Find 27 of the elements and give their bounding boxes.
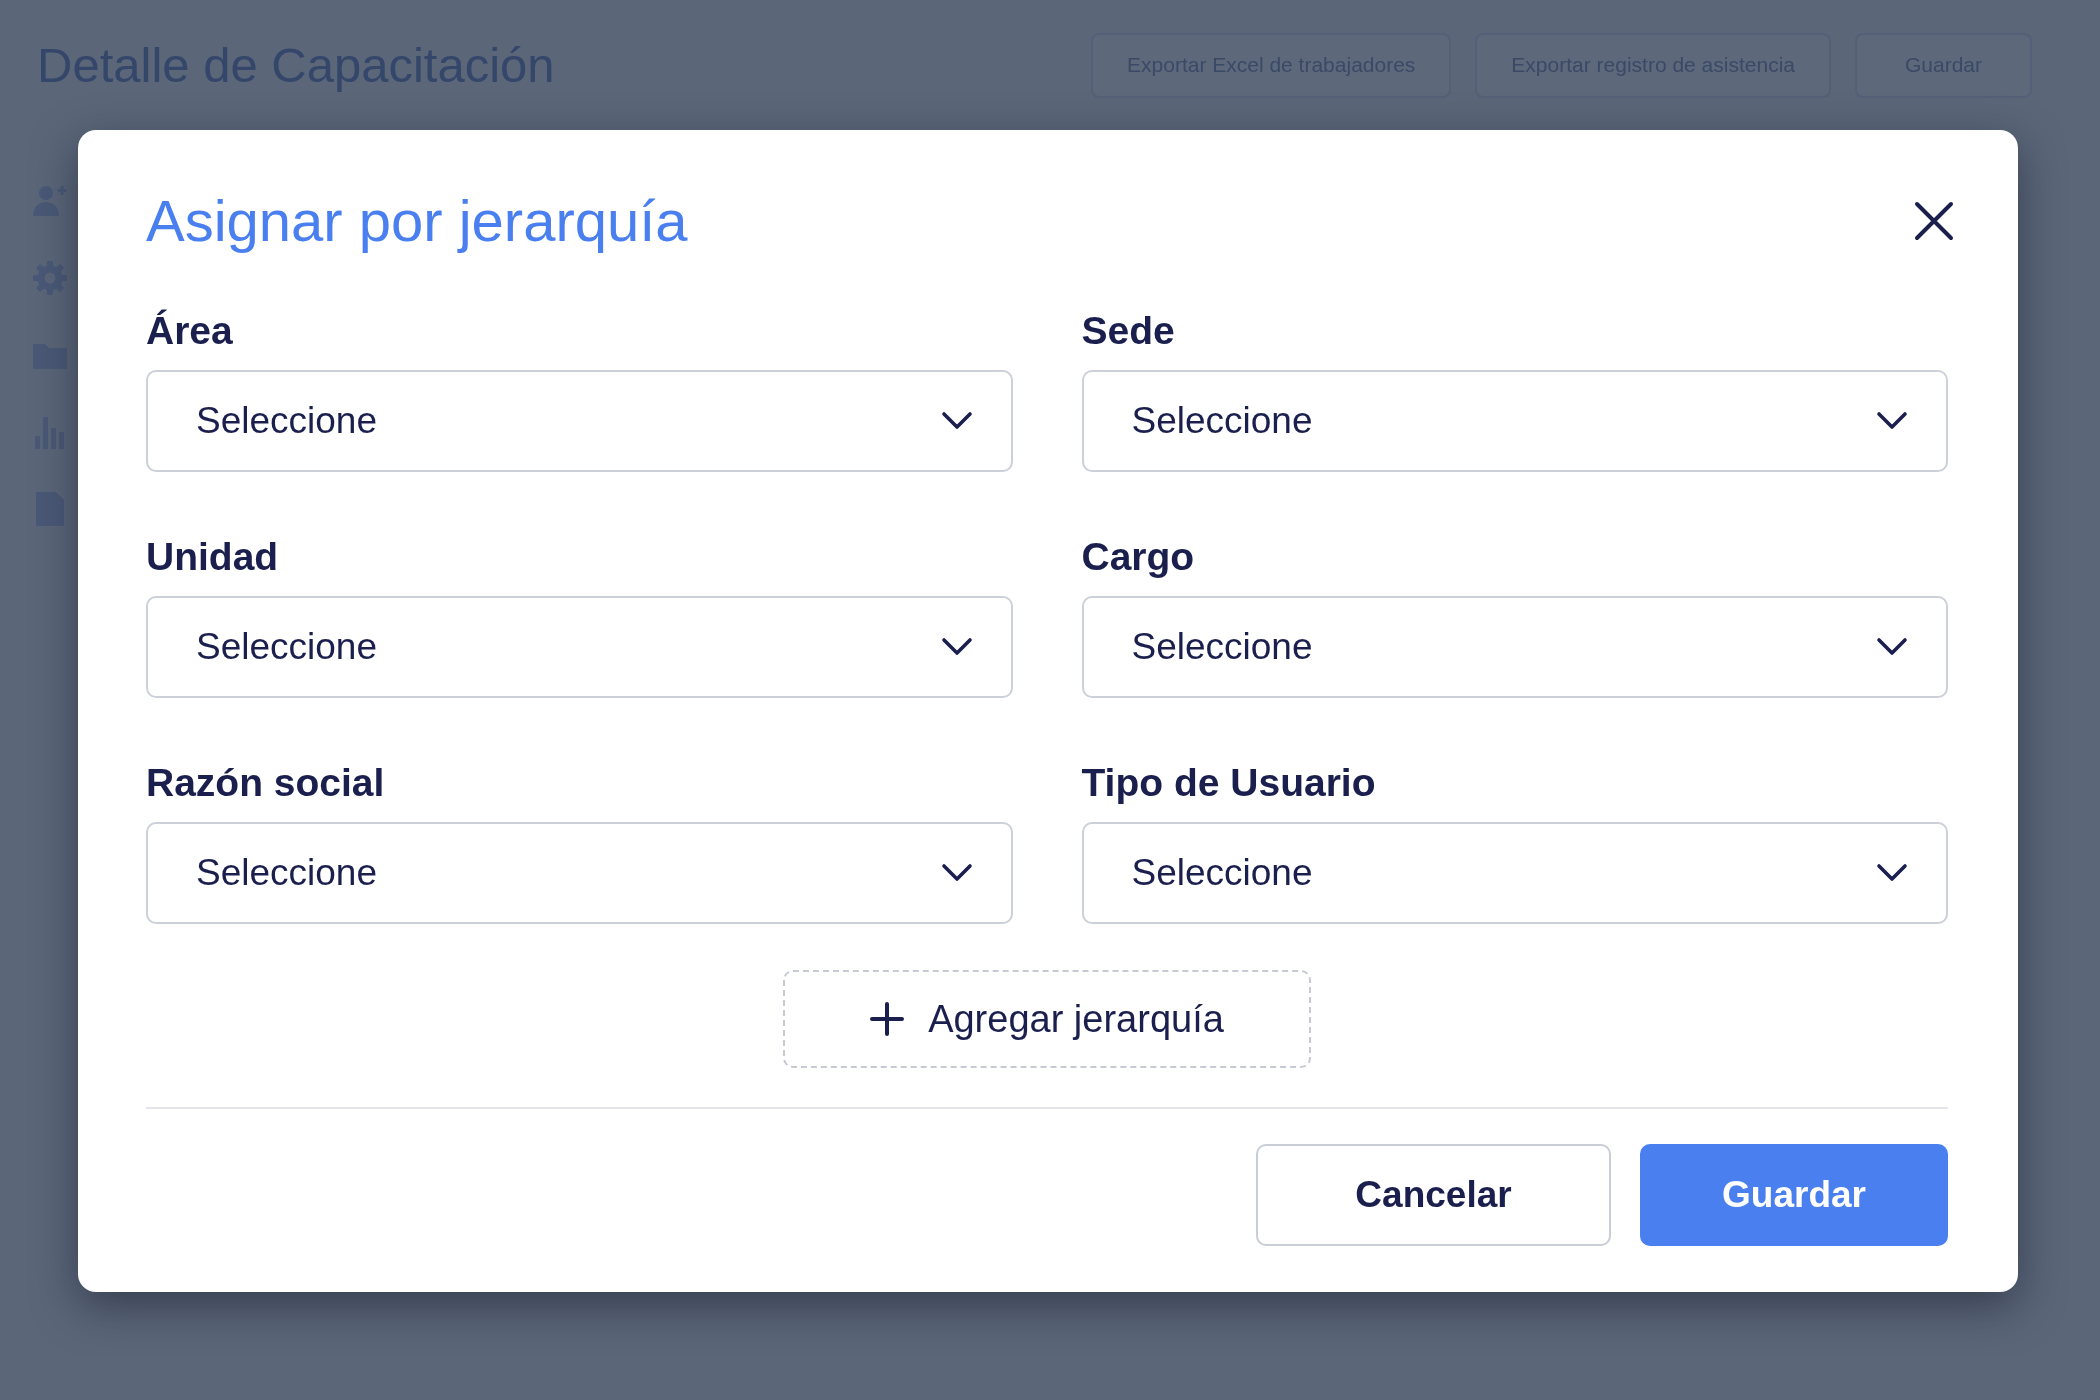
chevron-down-icon [940,637,973,657]
close-button[interactable] [1914,201,1954,241]
dropdown-select[interactable]: Seleccione [146,370,1013,472]
field-label: Unidad [146,534,280,580]
chevron-down-icon [1876,863,1908,883]
save-button[interactable]: Guardar [1640,1144,1948,1246]
dialog-title: Asignar por jerarquía [146,188,688,254]
field-label: Sede [1081,308,1176,354]
field-label: Cargo [1081,534,1196,580]
close-icon [1914,201,1954,241]
chevron-down-icon [940,411,973,431]
dropdown-select[interactable]: Seleccione [1081,596,1948,698]
chevron-down-icon [1876,637,1908,657]
field-label: Tipo de Usuario [1081,760,1377,806]
gear-icon[interactable] [32,260,68,296]
chevron-down-icon [940,863,973,883]
cancel-button[interactable]: Cancelar [1256,1144,1611,1246]
dropdown-select[interactable]: Seleccione [146,596,1013,698]
dropdown-select[interactable]: Seleccione [146,822,1013,924]
plus-icon [870,1002,905,1036]
dropdown-select[interactable]: Seleccione [1081,370,1948,472]
field-label: Área [146,308,234,354]
add-user-icon[interactable] [32,183,68,219]
add-hierarchy-button[interactable]: Agregar jerarquía [783,970,1311,1068]
dropdown-select[interactable]: Seleccione [1081,822,1948,924]
field-label: Razón social [146,760,386,806]
chevron-down-icon [1876,411,1908,431]
